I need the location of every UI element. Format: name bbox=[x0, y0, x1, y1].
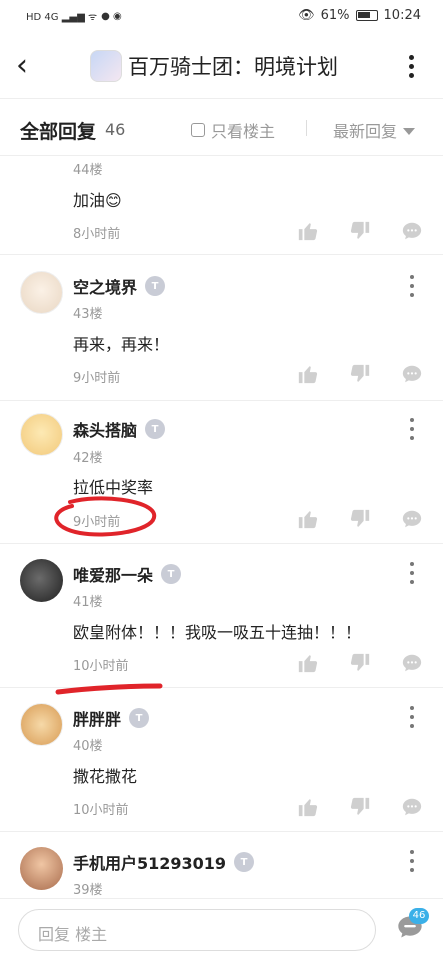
divider bbox=[306, 120, 307, 136]
reply-actions bbox=[297, 652, 423, 674]
battery-icon bbox=[355, 10, 378, 21]
reply-content: 加油😊 bbox=[73, 191, 122, 210]
level-badge-icon: T bbox=[234, 852, 255, 872]
status-bar: HD 4G ▂▄▆ ᯤ ● ◉ 👁 61% 10:24 bbox=[0, 0, 443, 34]
list-item: 空之境界 T 43楼 再来，再来！ 9小时前 bbox=[0, 255, 443, 401]
level-badge-icon: T bbox=[145, 419, 166, 439]
thumbs-up-icon[interactable] bbox=[297, 652, 319, 674]
list-item: 44楼 加油😊 8小时前 bbox=[0, 157, 443, 255]
username-text: 空之境界 bbox=[73, 278, 138, 297]
more-options-icon[interactable] bbox=[409, 275, 415, 297]
avatar[interactable] bbox=[20, 271, 63, 314]
title-bar: ‹ 百万骑士团：明境计划 bbox=[0, 34, 443, 98]
reply-placeholder: 回复 楼主 bbox=[38, 925, 108, 944]
username-text: 唯爱那一朵 bbox=[73, 566, 154, 585]
more-options-icon[interactable] bbox=[409, 706, 415, 728]
only-host-toggle[interactable]: 只看楼主 bbox=[191, 118, 275, 142]
page-title: 百万骑士团：明境计划 bbox=[128, 55, 338, 79]
forum-title[interactable]: 百万骑士团：明境计划 bbox=[90, 50, 338, 82]
battery-percent: 61% bbox=[320, 8, 350, 23]
username[interactable]: 空之境界 T bbox=[73, 274, 166, 298]
reply-content: 再来，再来！ bbox=[73, 335, 170, 354]
more-options-icon[interactable] bbox=[409, 562, 415, 584]
reply-content: 拉低中奖率 bbox=[73, 478, 154, 497]
status-icons-text: HD 4G ▂▄▆ ᯤ bbox=[26, 12, 98, 23]
chevron-down-icon bbox=[403, 127, 415, 135]
avatar[interactable] bbox=[20, 413, 63, 456]
status-right: 👁 61% 10:24 bbox=[298, 8, 421, 23]
reply-bar: 回复 楼主 bbox=[0, 898, 443, 960]
floor-number: 43楼 bbox=[73, 307, 103, 322]
reply-actions bbox=[297, 796, 423, 818]
username-text: 森头搭脑 bbox=[73, 421, 138, 440]
list-item: 唯爱那一朵 T 41楼 欧皇附体！！！我吸一吸五十连抽！！！ 10小时前 bbox=[0, 544, 443, 688]
thumbs-up-icon[interactable] bbox=[297, 796, 319, 818]
username[interactable]: 手机用户51293019 T bbox=[73, 850, 255, 874]
comment-icon[interactable] bbox=[401, 363, 423, 385]
checkbox-icon[interactable] bbox=[191, 123, 205, 137]
floor-number: 41楼 bbox=[73, 595, 103, 610]
eye-icon: 👁 bbox=[298, 8, 315, 23]
more-options-icon[interactable] bbox=[409, 418, 415, 440]
username-text: 手机用户51293019 bbox=[73, 854, 227, 873]
reply-time: 9小时前 bbox=[73, 371, 121, 386]
app-notification-icons: ● ◉ bbox=[101, 10, 122, 22]
reply-content: 撒花撒花 bbox=[73, 767, 138, 786]
level-badge-icon: T bbox=[129, 708, 150, 728]
reply-actions bbox=[297, 220, 423, 242]
username[interactable]: 胖胖胖 T bbox=[73, 706, 150, 730]
reply-time: 10小时前 bbox=[73, 659, 129, 674]
reply-count: 46 bbox=[105, 120, 126, 139]
all-replies-label: 全部回复 bbox=[20, 121, 97, 143]
reply-list[interactable]: 44楼 加油😊 8小时前 空之境界 T 43楼 再来，再来！ 9小时前 森头搭脑… bbox=[0, 157, 443, 897]
avatar[interactable] bbox=[20, 703, 63, 746]
reply-time: 9小时前 bbox=[73, 515, 121, 530]
floor-number: 42楼 bbox=[73, 451, 103, 466]
more-options-icon[interactable] bbox=[409, 850, 415, 872]
reply-time: 8小时前 bbox=[73, 227, 121, 242]
more-menu-icon[interactable] bbox=[403, 50, 419, 82]
list-item: 胖胖胖 T 40楼 撒花撒花 10小时前 bbox=[0, 688, 443, 832]
reply-time: 10小时前 bbox=[73, 803, 129, 818]
reply-content: 欧皇附体！！！我吸一吸五十连抽！！！ bbox=[73, 623, 362, 642]
thumbs-up-icon[interactable] bbox=[297, 363, 319, 385]
thumbs-down-icon[interactable] bbox=[349, 220, 371, 242]
reply-actions bbox=[297, 363, 423, 385]
thumbs-down-icon[interactable] bbox=[349, 508, 371, 530]
forum-avatar bbox=[90, 50, 122, 82]
thumbs-down-icon[interactable] bbox=[349, 652, 371, 674]
thumbs-down-icon[interactable] bbox=[349, 796, 371, 818]
list-item: 手机用户51293019 T 39楼 bbox=[0, 832, 443, 897]
thumbs-up-icon[interactable] bbox=[297, 508, 319, 530]
level-badge-icon: T bbox=[161, 564, 182, 584]
clock: 10:24 bbox=[383, 8, 421, 23]
back-icon[interactable]: ‹ bbox=[16, 48, 40, 84]
username-text: 胖胖胖 bbox=[73, 710, 122, 729]
floor-number: 40楼 bbox=[73, 739, 103, 754]
thumbs-up-icon[interactable] bbox=[297, 220, 319, 242]
floor-number: 39楼 bbox=[73, 883, 103, 897]
comment-icon[interactable] bbox=[401, 652, 423, 674]
reply-actions bbox=[297, 508, 423, 530]
username[interactable]: 唯爱那一朵 T bbox=[73, 562, 182, 586]
sort-label: 最新回复 bbox=[332, 122, 397, 141]
comment-icon[interactable] bbox=[401, 508, 423, 530]
level-badge-icon: T bbox=[145, 276, 166, 296]
only-host-label: 只看楼主 bbox=[211, 122, 276, 141]
comment-icon[interactable] bbox=[401, 796, 423, 818]
status-left-icons: HD 4G ▂▄▆ ᯤ ● ◉ bbox=[26, 9, 122, 24]
comment-icon[interactable] bbox=[401, 220, 423, 242]
avatar[interactable] bbox=[20, 559, 63, 602]
thumbs-down-icon[interactable] bbox=[349, 363, 371, 385]
avatar[interactable] bbox=[20, 847, 63, 890]
list-item: 森头搭脑 T 42楼 拉低中奖率 9小时前 bbox=[0, 401, 443, 544]
filter-bar: 全部回复 46 只看楼主 最新回复 bbox=[0, 98, 443, 156]
floor-number: 44楼 bbox=[73, 163, 103, 178]
reply-input[interactable]: 回复 楼主 bbox=[18, 909, 376, 951]
reply-count-badge: 46 bbox=[409, 908, 429, 924]
sort-dropdown[interactable]: 最新回复 bbox=[333, 118, 415, 142]
username[interactable]: 森头搭脑 T bbox=[73, 417, 166, 441]
